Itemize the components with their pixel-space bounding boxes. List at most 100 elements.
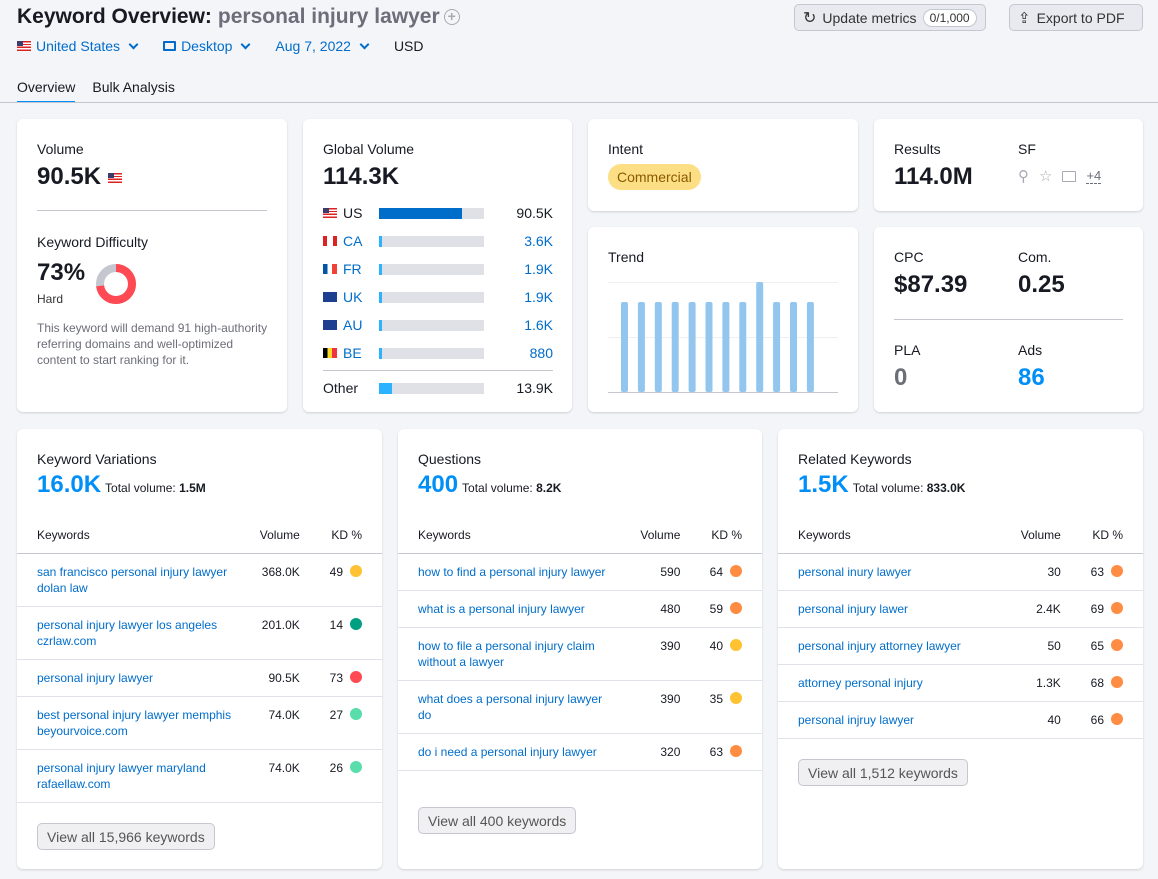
gv-bar-fill xyxy=(379,382,392,394)
table-row: what is a personal injury lawyer 480 59 xyxy=(398,590,762,628)
date-dropdown[interactable]: Aug 7, 2022 xyxy=(275,38,370,54)
kd-dot-icon xyxy=(350,760,362,773)
divider xyxy=(37,210,267,211)
keyword-link[interactable]: attorney personal injury xyxy=(778,664,998,702)
sf-more-link[interactable]: +4 xyxy=(1086,168,1102,184)
kd-dot-icon xyxy=(730,691,742,704)
gv-row-other: Other 13.9K xyxy=(323,380,553,396)
keyword-link[interactable]: how to find a personal injury lawyer xyxy=(398,553,618,591)
keyword-link[interactable]: do i need a personal injury lawyer xyxy=(398,733,618,771)
global-volume-label: Global Volume xyxy=(323,141,415,157)
pla-label: PLA xyxy=(894,342,921,358)
view-all-button[interactable]: View all 15,966 keywords xyxy=(37,823,215,850)
trend-bar[interactable] xyxy=(790,302,797,392)
col-volume: Volume xyxy=(237,527,300,554)
kd-dot-icon xyxy=(730,744,742,757)
chevron-down-icon xyxy=(359,39,370,49)
kd-cell: 49 xyxy=(299,553,382,607)
keyword-link[interactable]: personal injury lawyer maryland rafaella… xyxy=(17,749,237,803)
table-row: personal injury lawyer los angeles czrla… xyxy=(17,606,382,660)
col-kd: KD % xyxy=(299,527,382,554)
us-flag-icon xyxy=(323,208,337,218)
kd-dot-icon xyxy=(1111,601,1123,614)
country-dropdown[interactable]: United States xyxy=(17,38,139,54)
kd-cell: 65 xyxy=(1060,627,1143,665)
kd-donut xyxy=(96,264,136,304)
refresh-icon: ↻ xyxy=(803,9,817,27)
trend-bar[interactable] xyxy=(654,302,662,392)
col-keywords: Keywords xyxy=(17,527,237,554)
trend-bar[interactable] xyxy=(705,302,713,392)
panel-count[interactable]: 400 xyxy=(418,471,458,498)
chevron-down-icon xyxy=(128,39,139,49)
trend-bar[interactable] xyxy=(806,302,814,392)
trend-bar[interactable] xyxy=(671,302,679,392)
divider xyxy=(323,370,553,371)
tab-bulk-analysis[interactable]: Bulk Analysis xyxy=(92,79,174,103)
currency: USD xyxy=(393,38,424,54)
table-row: personal injury attorney lawyer 50 65 xyxy=(778,627,1143,665)
trend-bar[interactable] xyxy=(722,302,730,392)
trend-bar[interactable] xyxy=(739,302,747,392)
keyword-link[interactable]: what does a personal injury lawyer do xyxy=(398,680,618,734)
panel-count[interactable]: 16.0K xyxy=(37,471,101,498)
ads-value: 86 xyxy=(1018,364,1045,391)
trend-bar[interactable] xyxy=(756,282,764,392)
keyword-link[interactable]: how to file a personal injury claim with… xyxy=(398,627,618,681)
volume-cell: 40 xyxy=(998,701,1061,739)
keyword-link[interactable]: personal injruy lawyer xyxy=(778,701,998,739)
gv-row-be[interactable]: BE 880 xyxy=(323,345,553,361)
table-row: do i need a personal injury lawyer 320 63 xyxy=(398,733,762,771)
panel-count[interactable]: 1.5K xyxy=(798,471,849,498)
table-row: how to find a personal injury lawyer 590 6… xyxy=(398,553,762,591)
tab-overview[interactable]: Overview xyxy=(17,79,76,103)
keyword-link[interactable]: personal injury attorney lawyer xyxy=(778,627,998,665)
export-pdf-button[interactable]: ⇪ Export to PDF xyxy=(1009,4,1143,31)
gv-row-ca[interactable]: CA 3.6K xyxy=(323,233,553,249)
gv-bar-fill xyxy=(379,235,383,247)
keyword-link[interactable]: san francisco personal injury lawyer dol… xyxy=(17,553,237,607)
gv-row-us: US 90.5K xyxy=(323,205,553,221)
trend-bar[interactable] xyxy=(637,302,645,392)
col-kd: KD % xyxy=(1060,527,1143,554)
filters: United States Desktop Aug 7, 2022 USD xyxy=(17,38,424,54)
volume-cell: 90.5K xyxy=(237,659,300,697)
trend-bar[interactable] xyxy=(688,302,696,392)
keyword-link[interactable]: personal inury lawyer xyxy=(778,553,998,591)
keyword-link[interactable]: best personal injury lawyer memphis beyo… xyxy=(17,696,237,750)
kd-cell: 69 xyxy=(1060,590,1143,628)
gv-bar xyxy=(379,382,484,394)
gv-row-fr[interactable]: FR 1.9K xyxy=(323,261,553,277)
kd-dot-icon xyxy=(1111,638,1123,651)
table-row: personal injury lawyer maryland rafaella… xyxy=(17,749,382,803)
update-count: 0/1,000 xyxy=(922,8,977,27)
volume-cell: 320 xyxy=(618,733,681,771)
volume-value: 90.5K xyxy=(37,163,122,191)
gv-bar xyxy=(379,291,484,303)
keyword-link[interactable]: what is a personal injury lawyer xyxy=(398,590,618,628)
cpc-card: CPC $87.39 Com. 0.25 PLA 0 Ads 86 xyxy=(874,227,1143,412)
trend-bar[interactable] xyxy=(773,302,781,392)
volume-cell: 590 xyxy=(618,553,681,591)
gv-row-uk[interactable]: UK 1.9K xyxy=(323,289,553,305)
trend-bar[interactable] xyxy=(621,302,628,392)
view-all-button[interactable]: View all 1,512 keywords xyxy=(798,759,968,786)
results-card: Results 114.0M SF ⚲ ☆ +4 xyxy=(874,119,1143,211)
gv-row-au[interactable]: AU 1.6K xyxy=(323,317,553,333)
keywords-table: Keywords Volume KD % personal inury lawyer 3… xyxy=(778,527,1143,739)
com-value: 0.25 xyxy=(1018,271,1065,298)
keyword-link[interactable]: personal injury lawyer los angeles czrla… xyxy=(17,606,237,660)
update-metrics-button[interactable]: ↻ Update metrics 0/1,000 xyxy=(794,4,986,31)
keyword-link[interactable]: personal injury lawyer xyxy=(17,659,237,697)
keyword-link[interactable]: personal injury lawer xyxy=(778,590,998,628)
device-dropdown[interactable]: Desktop xyxy=(163,38,251,54)
keyword: personal injury lawyer xyxy=(217,5,440,28)
plus-circle-icon[interactable]: + xyxy=(443,9,460,26)
star-icon: ☆ xyxy=(1039,168,1053,185)
kd-description: This keyword will demand 91 high-authori… xyxy=(37,321,268,367)
desktop-icon xyxy=(163,41,177,51)
view-all-button[interactable]: View all 400 keywords xyxy=(418,807,577,834)
kd-cell: 63 xyxy=(680,733,762,771)
col-volume: Volume xyxy=(618,527,681,554)
keywords-table: Keywords Volume KD % san francisco personal… xyxy=(17,527,382,803)
